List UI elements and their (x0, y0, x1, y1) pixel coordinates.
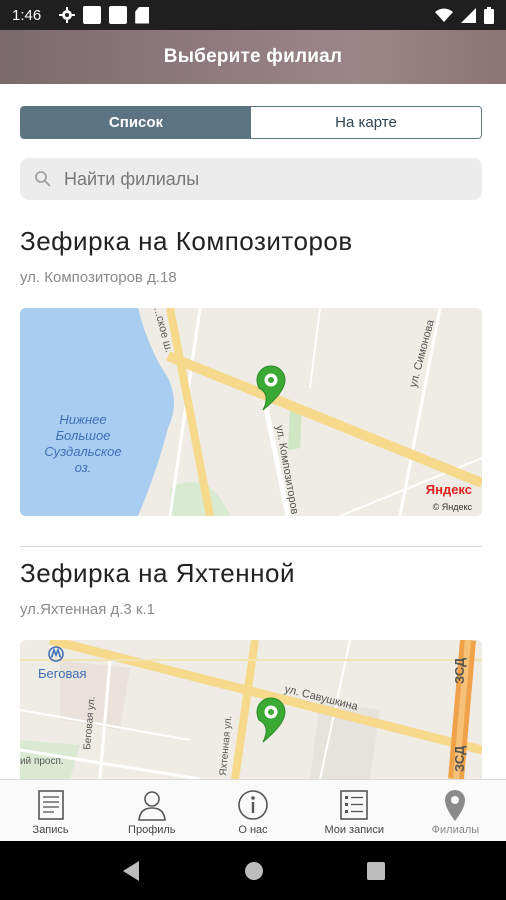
search-placeholder: Найти филиалы (64, 168, 200, 189)
tab-list[interactable]: Список (21, 107, 251, 138)
back-icon[interactable] (121, 860, 141, 882)
nav-item-about[interactable]: О нас (202, 780, 303, 841)
screen: 1:46 Выберите филиал Список На карте Най… (0, 0, 506, 900)
map-label-road: ЗСД (452, 657, 467, 684)
status-bar: 1:46 (0, 0, 506, 30)
nav-label: Мои записи (324, 824, 384, 836)
system-nav-bar (0, 841, 506, 900)
person-icon (137, 791, 166, 821)
app-header: Выберите филиал (0, 30, 506, 84)
status-time: 1:46 (12, 6, 42, 24)
divider (20, 546, 482, 547)
map-copyright: © Яндекс (433, 502, 473, 512)
branch-map[interactable]: Беговая ул. Савушкина Беговая ул. Яхтенн… (20, 640, 482, 779)
branch-address: ул.Яхтенная д.3 к.1 (20, 601, 155, 618)
home-icon[interactable] (244, 861, 264, 881)
nav-item-profile[interactable]: Профиль (101, 780, 202, 841)
tab-map[interactable]: На карте (251, 107, 481, 138)
view-toggle: Список На карте (20, 106, 482, 139)
battery-icon (484, 6, 494, 24)
notification-icon (109, 6, 128, 24)
notification-icon (83, 6, 102, 24)
wifi-icon (435, 8, 453, 22)
info-icon (238, 790, 268, 820)
bottom-nav: Запись Профиль О нас Мои записи Филиалы (0, 779, 506, 841)
nav-item-booking[interactable]: Запись (0, 780, 101, 841)
nav-item-my-bookings[interactable]: Мои записи (304, 780, 405, 841)
settings-icon (59, 7, 76, 23)
nav-label: О нас (238, 824, 268, 836)
branch-map[interactable]: Нижнее Большое Суздальское оз. ул. Компо… (20, 308, 482, 516)
page-title: Выберите филиал (163, 46, 343, 67)
sd-card-icon (135, 6, 150, 24)
branch-name[interactable]: Зефирка на Композиторов (20, 226, 353, 257)
nav-label: Филиалы (431, 824, 480, 836)
nav-item-branches[interactable]: Филиалы (405, 780, 506, 841)
nav-label: Профиль (128, 824, 176, 836)
location-pin-icon (445, 790, 466, 821)
document-icon (37, 790, 64, 820)
map-label-lake: Большое (56, 428, 111, 443)
recents-icon[interactable] (366, 861, 385, 880)
map-label-lake: Суздальское (44, 444, 121, 459)
yandex-logo: Яндекс (426, 482, 472, 497)
branch-address: ул. Композиторов д.18 (20, 269, 177, 286)
map-label-metro: Беговая (38, 666, 86, 681)
signal-icon (461, 7, 476, 23)
nav-label: Запись (32, 824, 69, 836)
search-icon (35, 171, 51, 187)
map-label-lake: оз. (75, 460, 92, 475)
search-input[interactable]: Найти филиалы (20, 158, 482, 200)
map-label-road: ЗСД (452, 745, 467, 772)
map-label-street: ий просп. (20, 756, 64, 767)
list-icon (340, 790, 369, 820)
map-label-lake: Нижнее (59, 412, 106, 427)
branch-name[interactable]: Зефирка на Яхтенной (20, 558, 295, 589)
